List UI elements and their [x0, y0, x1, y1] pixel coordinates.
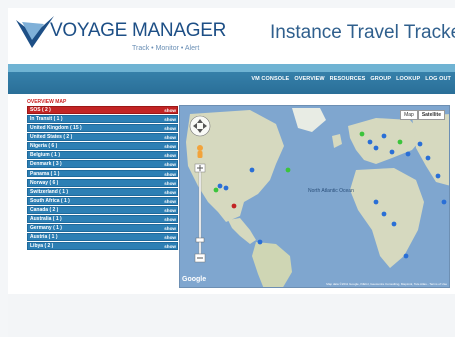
location-row[interactable]: South Africa ( 1 ) show [27, 196, 178, 206]
nav-log-out[interactable]: LOG OUT [425, 76, 451, 82]
overview-map-label: OVERVIEW MAP [27, 99, 67, 105]
show-link[interactable]: show [164, 225, 176, 233]
location-row[interactable]: Canada ( 2 ) show [27, 205, 178, 215]
show-link[interactable]: show [164, 116, 176, 124]
map-marker[interactable] [231, 203, 237, 209]
nav-group[interactable]: GROUP [370, 76, 391, 82]
location-label: Austria ( 1 ) [30, 234, 58, 241]
location-row[interactable]: Austria ( 1 ) show [27, 233, 178, 241]
brand-tagline: Track • Monitor • Alert [132, 45, 200, 52]
footer [8, 294, 455, 337]
location-label: Panama ( 1 ) [30, 170, 60, 177]
location-label: United States ( 2 ) [30, 134, 73, 141]
map-marker[interactable] [359, 131, 365, 137]
location-label: Belgium ( 1 ) [30, 152, 61, 159]
page: VOYAGE MANAGER Track • Monitor • Alert I… [0, 0, 455, 337]
location-row[interactable]: Panama ( 1 ) show [27, 169, 178, 179]
map-type-control: Map Satellite [400, 110, 445, 120]
location-label: Libya ( 2 ) [30, 243, 54, 250]
google-logo: Google [182, 276, 207, 283]
map-marker[interactable] [367, 139, 373, 145]
map-marker[interactable] [403, 253, 409, 259]
zoom-out-button[interactable] [194, 253, 206, 263]
brand-name: VOYAGE MANAGER [50, 20, 226, 41]
location-label: SOS ( 2 ) [30, 107, 51, 113]
location-row[interactable]: Nigeria ( 6 ) show [27, 142, 178, 151]
app-title: Instance Travel Tracker [270, 22, 455, 43]
sos-row[interactable]: SOS ( 2 ) show [27, 106, 178, 114]
map-pan-control[interactable] [189, 115, 211, 137]
location-row[interactable]: In Transit ( 1 ) show [27, 115, 178, 123]
location-label: Norway ( 6 ) [30, 179, 59, 186]
map-marker[interactable] [223, 185, 229, 191]
map-marker[interactable] [373, 145, 379, 151]
show-link[interactable]: show [164, 125, 176, 133]
show-link[interactable]: show [164, 198, 176, 206]
show-link[interactable]: show [164, 171, 176, 179]
show-link[interactable]: show [164, 234, 176, 242]
location-label: Australia ( 1 ) [30, 215, 62, 222]
map-marker[interactable] [391, 221, 397, 227]
map-marker[interactable] [417, 141, 423, 147]
nav-links: VM CONSOLE OVERVIEW RESOURCES GROUP LOOK… [251, 76, 451, 82]
location-row[interactable]: Australia ( 1 ) show [27, 214, 178, 224]
show-link[interactable]: show [164, 134, 176, 142]
map-marker[interactable] [285, 167, 291, 173]
map-marker[interactable] [381, 211, 387, 217]
map-marker[interactable] [441, 199, 447, 205]
location-row[interactable]: United Kingdom ( 15 ) show [27, 124, 178, 133]
map-marker[interactable] [249, 167, 255, 173]
map-marker[interactable] [389, 149, 395, 155]
map-type-satellite-button[interactable]: Satellite [417, 110, 445, 120]
location-row[interactable]: United States ( 2 ) show [27, 133, 178, 142]
location-label: Denmark ( 3 ) [30, 161, 62, 168]
map-marker[interactable] [405, 151, 411, 157]
map-marker[interactable] [397, 139, 403, 145]
show-link[interactable]: show [164, 189, 176, 197]
street-view-pegman-icon[interactable] [197, 145, 203, 158]
nav-overview[interactable]: OVERVIEW [294, 76, 324, 82]
location-label: In Transit ( 1 ) [30, 116, 63, 123]
map-marker[interactable] [213, 187, 219, 193]
show-link[interactable]: show [164, 143, 176, 151]
zoom-slider-handle[interactable] [195, 237, 205, 243]
show-link[interactable]: show [164, 207, 176, 215]
location-label: Switzerland ( 1 ) [30, 188, 69, 195]
nav-vm-console[interactable]: VM CONSOLE [251, 76, 289, 82]
location-row[interactable]: Switzerland ( 1 ) show [27, 187, 178, 197]
map-marker[interactable] [257, 239, 263, 245]
map-type-map-button[interactable]: Map [400, 110, 418, 120]
show-link[interactable]: show [164, 180, 176, 188]
show-link[interactable]: show [164, 243, 176, 251]
map-marker[interactable] [435, 173, 441, 179]
location-label: United Kingdom ( 15 ) [30, 125, 82, 132]
show-link[interactable]: show [164, 107, 176, 115]
show-link[interactable]: show [164, 152, 176, 160]
zoom-in-button[interactable] [194, 163, 206, 173]
location-row[interactable]: Germany ( 1 ) show [27, 224, 178, 232]
location-row[interactable]: Belgium ( 1 ) show [27, 151, 178, 160]
location-label: Canada ( 2 ) [30, 206, 59, 213]
location-row[interactable]: Norway ( 6 ) show [27, 178, 178, 188]
header: VOYAGE MANAGER Track • Monitor • Alert I… [8, 8, 455, 64]
location-list: SOS ( 2 ) show In Transit ( 1 ) show United … [27, 106, 178, 251]
ocean-label: North Atlantic Ocean [308, 188, 354, 194]
show-link[interactable]: show [164, 216, 176, 224]
show-link[interactable]: show [164, 161, 176, 169]
nav-bar-highlight [8, 64, 455, 72]
nav-resources[interactable]: RESOURCES [330, 76, 366, 82]
map-marker[interactable] [217, 183, 223, 189]
map-marker[interactable] [381, 133, 387, 139]
map-canvas[interactable]: North Atlantic Ocean [180, 106, 450, 288]
map-copyright[interactable]: Map data ©2011 Google, INEGI, Geocentre … [326, 282, 447, 286]
map-marker[interactable] [425, 155, 431, 161]
location-row[interactable]: Libya ( 2 ) show [27, 242, 178, 251]
location-row[interactable]: Denmark ( 3 ) show [27, 160, 178, 169]
location-label: South Africa ( 1 ) [30, 197, 70, 204]
map-marker[interactable] [373, 199, 379, 205]
location-label: Nigeria ( 6 ) [30, 143, 58, 150]
overview-map[interactable]: North Atlantic Ocean Map Satellite Googl… [179, 105, 450, 288]
location-label: Germany ( 1 ) [30, 225, 62, 232]
nav-lookup[interactable]: LOOKUP [396, 76, 420, 82]
